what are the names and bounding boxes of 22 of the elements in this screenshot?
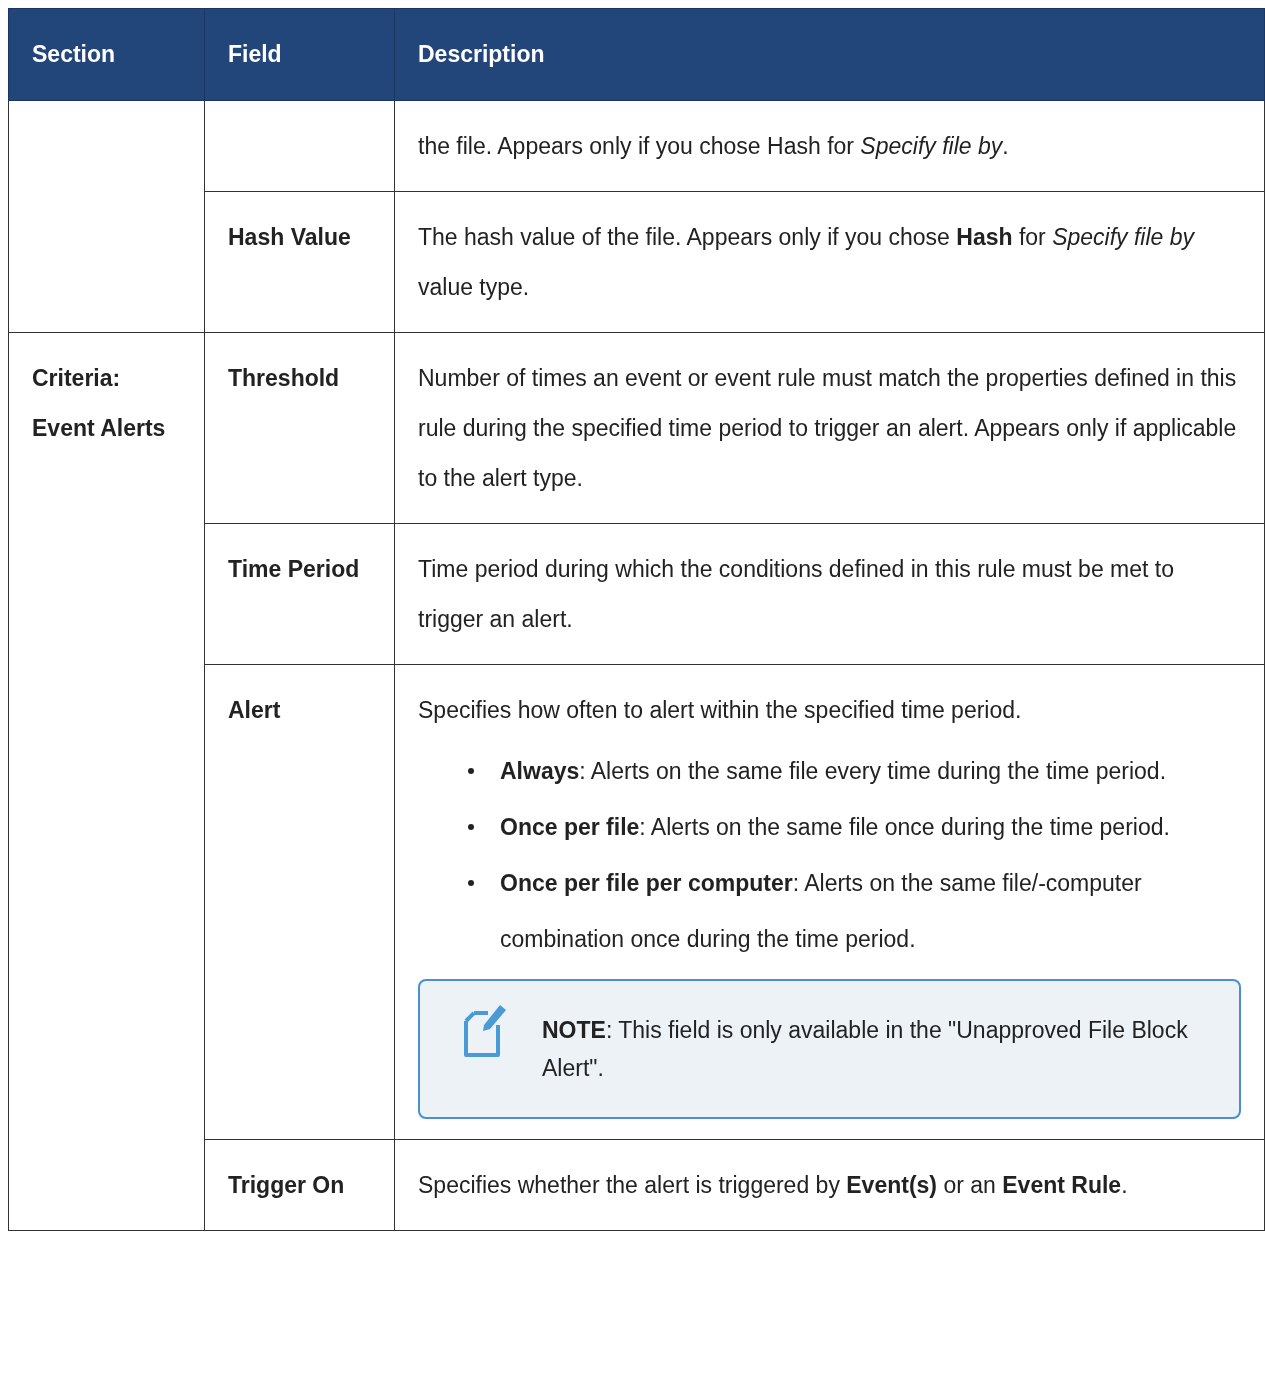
column-header: Description bbox=[394, 8, 1265, 101]
bullet-text: Once per file per computer: Alerts on the same file/-computer combination once during the time period. bbox=[500, 869, 1143, 954]
field-cell: Trigger On bbox=[204, 1139, 395, 1231]
field-cell: Hash Value bbox=[204, 191, 395, 333]
description-text: Number of times an event or event rule must match the properties defined in this rule during the specified time period to trigger an alert. Appears only if applicable to the alert type. bbox=[418, 364, 1238, 493]
description-text: The hash value of the file. Appears only if you chose Hash for Specify file by value type. bbox=[418, 223, 1196, 302]
note-text: NOTE: This field is only available in the "Unapproved File Block Alert". bbox=[542, 1016, 1189, 1083]
description-text: Time period during which the conditions defined in this rule must be met to trigger an alert. bbox=[418, 555, 1175, 634]
section-cell: Criteria: Event Alerts bbox=[8, 332, 205, 1231]
bullet-icon bbox=[468, 824, 474, 830]
bullet-icon bbox=[468, 880, 474, 886]
field-cell: Alert bbox=[204, 664, 395, 1140]
column-header: Field bbox=[204, 8, 395, 101]
column-header: Section bbox=[8, 8, 205, 101]
description-text: the file. Appears only if you chose Hash for Specify file by. bbox=[418, 132, 1010, 161]
field-cell: Time Period bbox=[204, 523, 395, 665]
bullet-text: Always: Alerts on the same file every time during the time period. bbox=[500, 757, 1168, 786]
description-text: Specifies how often to alert within the specified time period. bbox=[418, 696, 1023, 725]
description-text: Specifies whether the alert is triggered by Event(s) or an Event Rule. bbox=[418, 1171, 1129, 1200]
bullet-text: Once per file: Alerts on the same file once during the time period. bbox=[500, 813, 1171, 842]
field-cell: Threshold bbox=[204, 332, 395, 524]
bullet-icon bbox=[468, 768, 474, 774]
